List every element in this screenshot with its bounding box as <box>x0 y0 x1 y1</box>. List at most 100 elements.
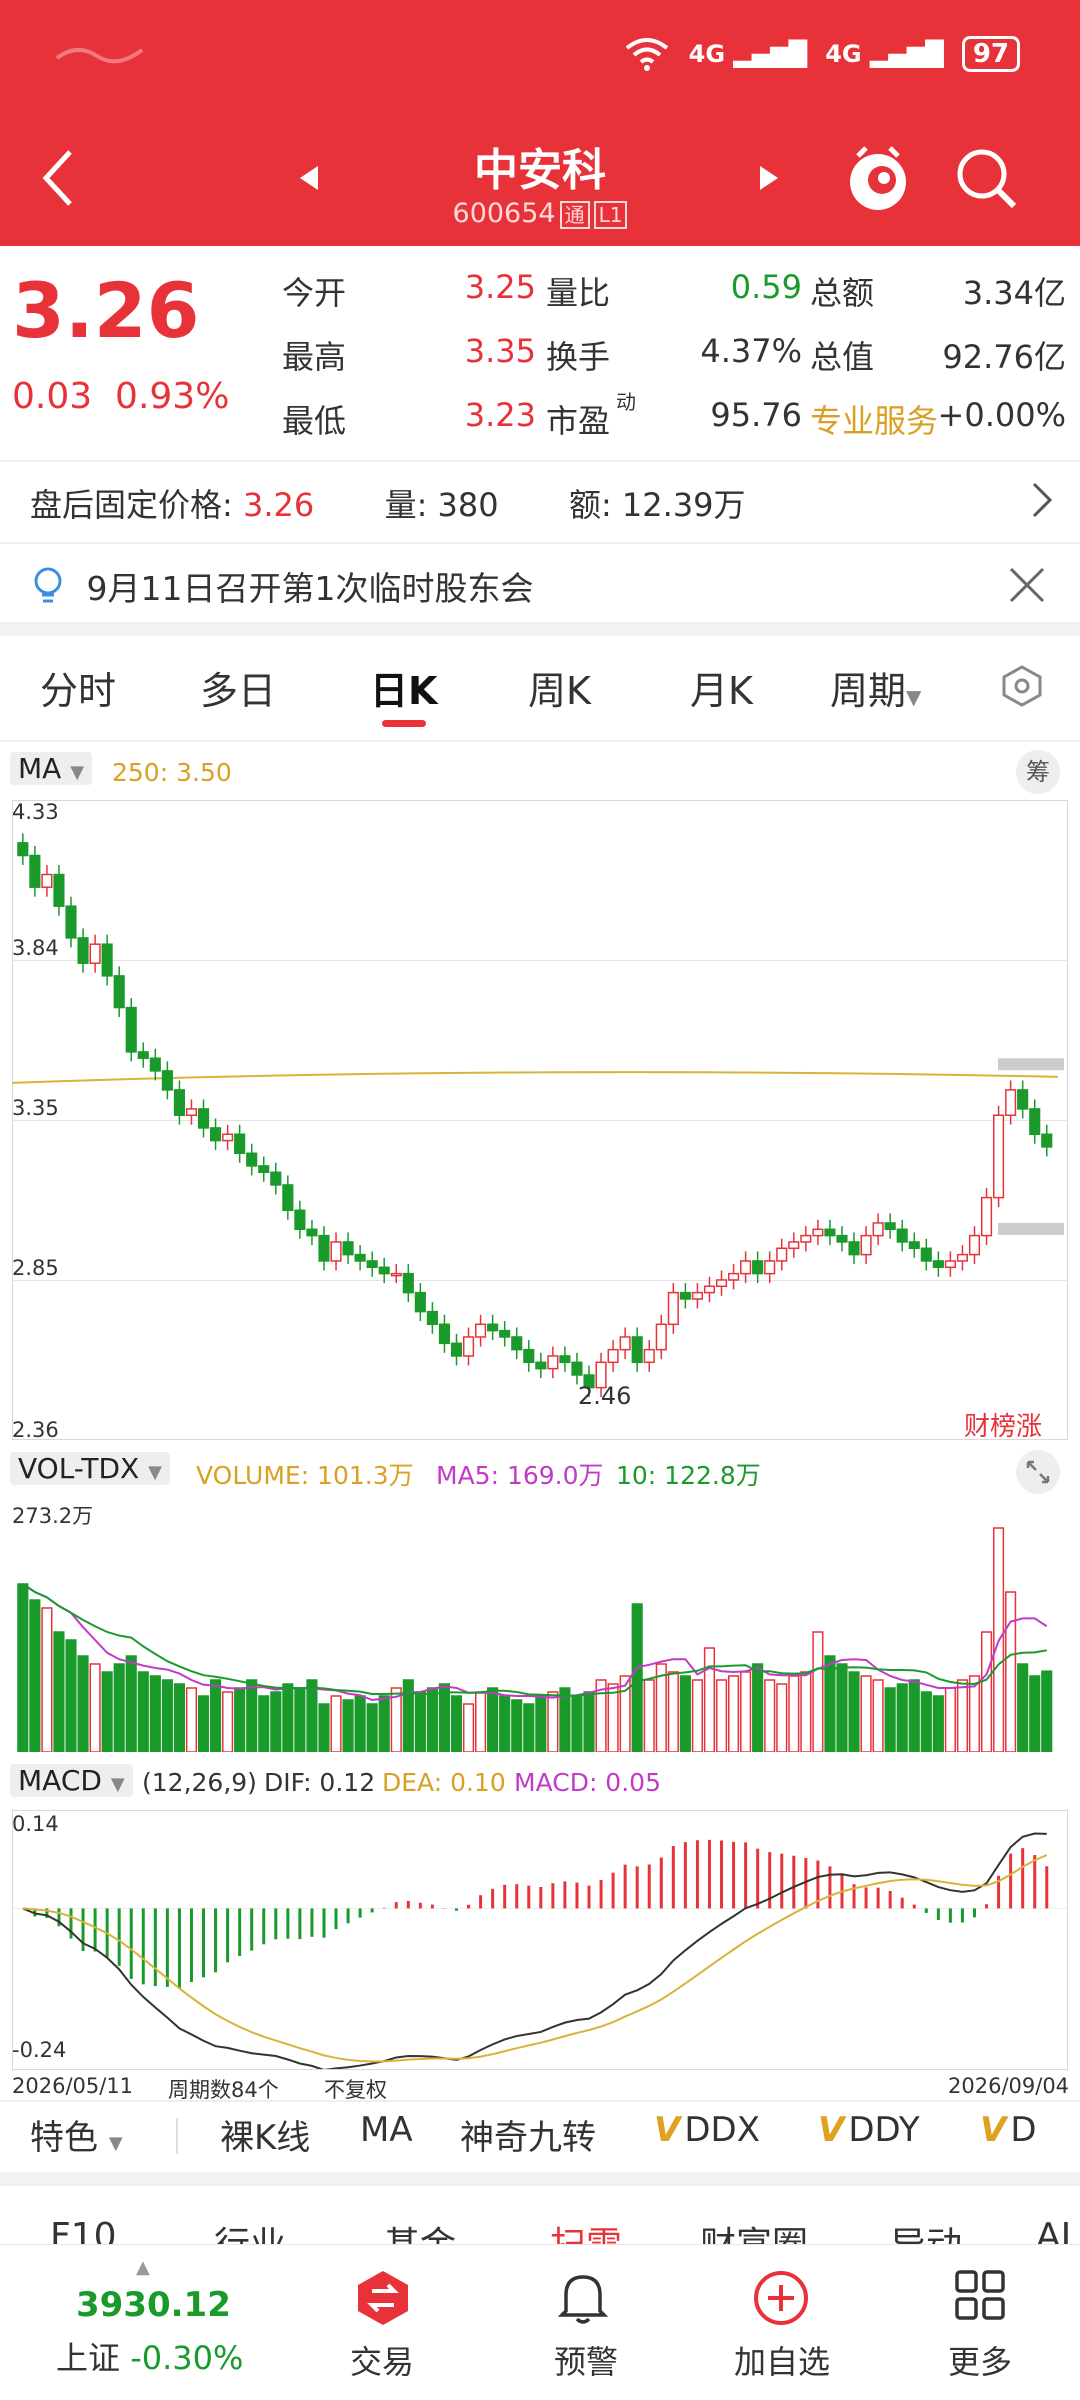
macd-value-legend: MACD: 0.05 <box>514 1768 661 1797</box>
candle-body <box>812 1228 824 1237</box>
tab-intraday[interactable]: 分时 <box>40 660 116 715</box>
volume-indicator-dropdown[interactable]: VOL-TDX ▼ <box>10 1452 170 1485</box>
candle-body <box>667 1291 679 1326</box>
candle-body <box>523 1348 535 1364</box>
strip-naked-k[interactable]: 裸K线 <box>220 2110 310 2159</box>
volume-bar <box>161 1679 173 1752</box>
tab-period-label: 周期 <box>830 669 907 713</box>
subtab-f10[interactable]: F10 <box>50 2216 117 2246</box>
quote-label: 最低 <box>282 402 347 440</box>
candle-body <box>1005 1089 1017 1116</box>
strip-d-label: D <box>1010 2110 1037 2150</box>
quote-value: 3.35 <box>464 332 536 370</box>
subtab-fund[interactable]: 基金 <box>384 2216 456 2246</box>
volume-bar <box>1005 1591 1017 1752</box>
subtab-movement[interactable]: 异动 <box>890 2216 962 2246</box>
trade-icon[interactable] <box>356 2269 410 2331</box>
signal-1: 4G ▂▄▆█ <box>688 40 808 68</box>
volume-bar <box>65 1639 77 1752</box>
nav-trade[interactable]: 交易 <box>302 2337 462 2383</box>
chevron-down-icon: ▼ <box>70 762 85 783</box>
strip-ddy[interactable]: V DDY <box>818 2110 920 2150</box>
strip-ddx[interactable]: V DDX <box>654 2110 760 2150</box>
nav-more[interactable]: 更多 <box>900 2337 1060 2383</box>
candle-body <box>185 1108 198 1116</box>
quote-label: 总额 <box>810 274 875 312</box>
settings-hexagon-icon[interactable] <box>1000 664 1044 712</box>
volume-bar <box>703 1647 716 1752</box>
candle-body <box>559 1355 571 1364</box>
quote-label: 总值 <box>810 338 875 376</box>
volume-bar <box>414 1691 426 1752</box>
candle-body <box>17 842 29 857</box>
quote-label: 换手 <box>546 338 611 376</box>
nav-add-watchlist[interactable]: 加自选 <box>702 2337 862 2383</box>
price-change: 0.03 0.93% <box>12 376 229 417</box>
kline-indicator-dropdown[interactable]: MA ▼ <box>10 752 93 785</box>
kline-chart[interactable] <box>12 800 1068 1440</box>
quote-value: 4.37% <box>700 332 802 370</box>
candle-body <box>788 1241 800 1250</box>
volume-bar <box>222 1691 234 1752</box>
candle-body <box>342 1241 354 1256</box>
candle-body <box>246 1152 258 1167</box>
tab-weekly-k[interactable]: 周K <box>528 660 591 715</box>
grid-icon[interactable] <box>954 2269 1006 2325</box>
candle-body <box>161 1070 173 1091</box>
index-ticker[interactable]: ▲ 3930.12 上证 -0.30% <box>0 2245 290 2400</box>
candle-body <box>619 1336 631 1351</box>
volume-bar <box>547 1691 559 1752</box>
volume-bar <box>896 1683 908 1752</box>
subtab-minesweep[interactable]: 扫雷 <box>550 2216 622 2246</box>
expand-icon[interactable] <box>1016 1450 1060 1494</box>
quote-label[interactable]: 专业服务 <box>810 396 938 442</box>
volume-bar <box>571 1695 583 1752</box>
notice-text: 9月11日召开第1次临时股东会 <box>86 569 534 608</box>
macd-indicator-dropdown[interactable]: MACD ▼ <box>10 1764 133 1797</box>
after-hours-label: 盘后固定价格: <box>30 486 233 524</box>
close-icon[interactable] <box>1008 566 1046 608</box>
kline-indicator-label: MA <box>18 752 62 785</box>
volume-bar <box>980 1631 993 1752</box>
subtab-ai[interactable]: AI <box>1036 2216 1071 2246</box>
strip-ma[interactable]: MA <box>360 2110 413 2150</box>
section-gap <box>0 2172 1080 2186</box>
rank-badge[interactable]: 财榜涨 <box>964 1406 1042 1443</box>
nav-alert[interactable]: 预警 <box>506 2337 666 2383</box>
chip-distribution-badge[interactable]: 筹 <box>1016 750 1060 794</box>
candle-body <box>511 1336 523 1351</box>
volume-bar <box>450 1695 463 1752</box>
bell-icon[interactable] <box>556 2269 610 2331</box>
after-hours-row[interactable]: 盘后固定价格: 3.26 量: 380 额: 12.39万 <box>30 480 1070 526</box>
quote-value: 3.34亿 <box>962 274 1066 312</box>
candle-body <box>499 1329 511 1338</box>
volume-bar <box>836 1663 848 1752</box>
volume-legend: VOLUME: 101.3万 <box>196 1461 414 1490</box>
volume-bar <box>318 1703 330 1752</box>
volume-chart[interactable] <box>12 1500 1068 1752</box>
volume-bar <box>185 1687 198 1752</box>
add-circle-icon[interactable] <box>752 2269 810 2331</box>
tab-monthly-k[interactable]: 月K <box>690 660 753 715</box>
tag-l1: L1 <box>593 200 628 229</box>
volume-bar <box>788 1675 800 1752</box>
volume-bar <box>294 1687 306 1752</box>
tab-multiday[interactable]: 多日 <box>200 660 276 715</box>
candle-body <box>1041 1133 1053 1148</box>
feature-dropdown[interactable]: 特色 ▼ <box>30 2110 123 2159</box>
chevron-right-icon <box>1032 482 1053 518</box>
notice-row[interactable]: 9月11日召开第1次临时股东会 <box>30 562 1060 610</box>
strip-d[interactable]: VD <box>980 2110 1037 2150</box>
tab-period[interactable]: 周期▼ <box>830 660 921 715</box>
subtab-wealth-circle[interactable]: 财富圈 <box>700 2216 808 2246</box>
mascot-icon[interactable] <box>846 144 910 218</box>
volume-bar <box>113 1663 125 1752</box>
subtab-industry[interactable]: 行业 <box>214 2216 286 2246</box>
bottom-nav: ▲ 3930.12 上证 -0.30% 交易 预警 加自选 更多 <box>0 2244 1080 2400</box>
candle-body <box>535 1361 547 1370</box>
next-stock-icon[interactable] <box>758 164 780 196</box>
search-icon[interactable] <box>956 148 1018 214</box>
strip-magic-nine[interactable]: 神奇九转 <box>460 2110 596 2159</box>
volume-bar <box>342 1699 354 1752</box>
tab-daily-k[interactable]: 日K <box>370 660 437 715</box>
